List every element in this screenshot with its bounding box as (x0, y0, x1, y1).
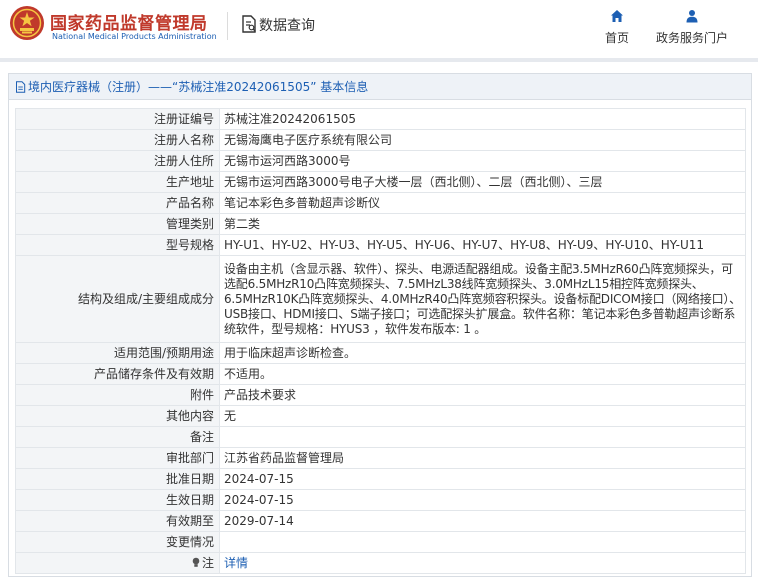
table-row: 有效期至 2029-07-14 (15, 510, 746, 532)
breadcrumb-separator: —— (148, 79, 173, 94)
table-row: 附件 产品技术要求 (15, 384, 746, 406)
row-value: 详情 (219, 552, 746, 574)
table-row: 备注 (15, 426, 746, 448)
row-value: 2024-07-15 (219, 489, 746, 511)
row-value: 产品技术要求 (219, 384, 746, 406)
breadcrumb: 境内医疗器械（注册） —— “苏械注准20242061505” 基本信息 (9, 74, 751, 100)
table-row: 结构及组成/主要组成成分 设备由主机（含显示器、软件）、探头、电源适配器组成。设… (15, 255, 746, 343)
row-label: 批准日期 (15, 468, 220, 490)
table-row: 产品储存条件及有效期 不适用。 (15, 363, 746, 385)
row-label: 产品储存条件及有效期 (15, 363, 220, 385)
table-row: 变更情况 (15, 531, 746, 553)
row-label: 附件 (15, 384, 220, 406)
nav-gov-portal-label: 政务服务门户 (655, 31, 728, 45)
row-label: 备注 (15, 426, 220, 448)
table-row: 注 详情 (15, 552, 746, 574)
row-value: 无 (219, 405, 746, 427)
row-value: 无锡海鹰电子医疗系统有限公司 (219, 129, 746, 151)
row-label: 审批部门 (15, 447, 220, 469)
row-label: 结构及组成/主要组成成分 (15, 255, 220, 343)
row-value: 笔记本彩色多普勒超声诊断仪 (219, 192, 746, 214)
row-value: 用于临床超声诊断检查。 (219, 342, 746, 364)
row-label: 适用范围/预期用途 (15, 342, 220, 364)
breadcrumb-suffix: 基本信息 (320, 80, 369, 94)
table-row: 其他内容 无 (15, 405, 746, 427)
document-search-icon (242, 15, 256, 33)
row-value (219, 531, 746, 553)
row-value: 2024-07-15 (219, 468, 746, 490)
table-row: 批准日期 2024-07-15 (15, 468, 746, 490)
site-brand-english: National Medical Products Administration (52, 32, 217, 41)
site-header: 国家药品监督管理局 National Medical Products Admi… (0, 0, 758, 52)
row-label: 产品名称 (15, 192, 220, 214)
table-row: 注册人住所 无锡市运河西路3000号 (15, 150, 746, 172)
table-row: 生产地址 无锡市运河西路3000号电子大楼一层（西北侧）、二层（西北侧）、三层 (15, 171, 746, 193)
home-icon (611, 10, 623, 22)
details-link[interactable]: 详情 (224, 556, 248, 570)
row-value: 江苏省药品监督管理局 (219, 447, 746, 469)
row-value: HY-U1、HY-U2、HY-U3、HY-U5、HY-U6、HY-U7、HY-U… (219, 234, 746, 256)
row-value: 不适用。 (219, 363, 746, 385)
row-value: 苏械注准20242061505 (219, 108, 746, 130)
table-row: 注册人名称 无锡海鹰电子医疗系统有限公司 (15, 129, 746, 151)
site-brand-name: 国家药品监督管理局 (50, 14, 208, 34)
row-label: 变更情况 (15, 531, 220, 553)
row-label: 生产地址 (15, 171, 220, 193)
breadcrumb-section[interactable]: 境内医疗器械（注册） (28, 78, 148, 95)
row-value: 无锡市运河西路3000号 (219, 150, 746, 172)
header-divider (227, 12, 228, 40)
table-row: 型号规格 HY-U1、HY-U2、HY-U3、HY-U5、HY-U6、HY-U7… (15, 234, 746, 256)
breadcrumb-record: “苏械注准20242061505” (172, 80, 317, 94)
row-value: 第二类 (219, 213, 746, 235)
national-emblem-icon (10, 6, 44, 40)
lightbulb-icon (192, 557, 200, 567)
row-label: 注册人名称 (15, 129, 220, 151)
table-row: 产品名称 笔记本彩色多普勒超声诊断仪 (15, 192, 746, 214)
row-label: 型号规格 (15, 234, 220, 256)
row-label: 注册证编号 (15, 108, 220, 130)
row-label: 生效日期 (15, 489, 220, 511)
nav-home[interactable]: 首页 (600, 9, 634, 46)
device-info-table: 注册证编号 苏械注准20242061505 注册人名称 无锡海鹰电子医疗系统有限… (15, 108, 746, 574)
header-separator (0, 58, 758, 62)
row-value: 无锡市运河西路3000号电子大楼一层（西北侧）、二层（西北侧）、三层 (219, 171, 746, 193)
user-icon (686, 10, 698, 23)
detail-panel: 境内医疗器械（注册） —— “苏械注准20242061505” 基本信息 注册证… (8, 73, 752, 577)
table-row: 注册证编号 苏械注准20242061505 (15, 108, 746, 130)
row-value (219, 426, 746, 448)
table-row: 管理类别 第二类 (15, 213, 746, 235)
nav-gov-portal[interactable]: 政务服务门户 (652, 9, 732, 46)
file-icon (16, 80, 26, 93)
row-label: 有效期至 (15, 510, 220, 532)
row-label: 注 (201, 556, 214, 570)
page-title: 数据查询 (259, 18, 315, 34)
table-row: 生效日期 2024-07-15 (15, 489, 746, 511)
nav-home-label: 首页 (604, 31, 629, 45)
row-label: 管理类别 (15, 213, 220, 235)
table-row: 审批部门 江苏省药品监督管理局 (15, 447, 746, 469)
note-label-cell: 注 (15, 552, 220, 574)
row-value: 2029-07-14 (219, 510, 746, 532)
table-row: 适用范围/预期用途 用于临床超声诊断检查。 (15, 342, 746, 364)
row-label: 注册人住所 (15, 150, 220, 172)
row-label: 其他内容 (15, 405, 220, 427)
row-value: 设备由主机（含显示器、软件）、探头、电源适配器组成。设备主配3.5MHzR60凸… (219, 255, 746, 343)
